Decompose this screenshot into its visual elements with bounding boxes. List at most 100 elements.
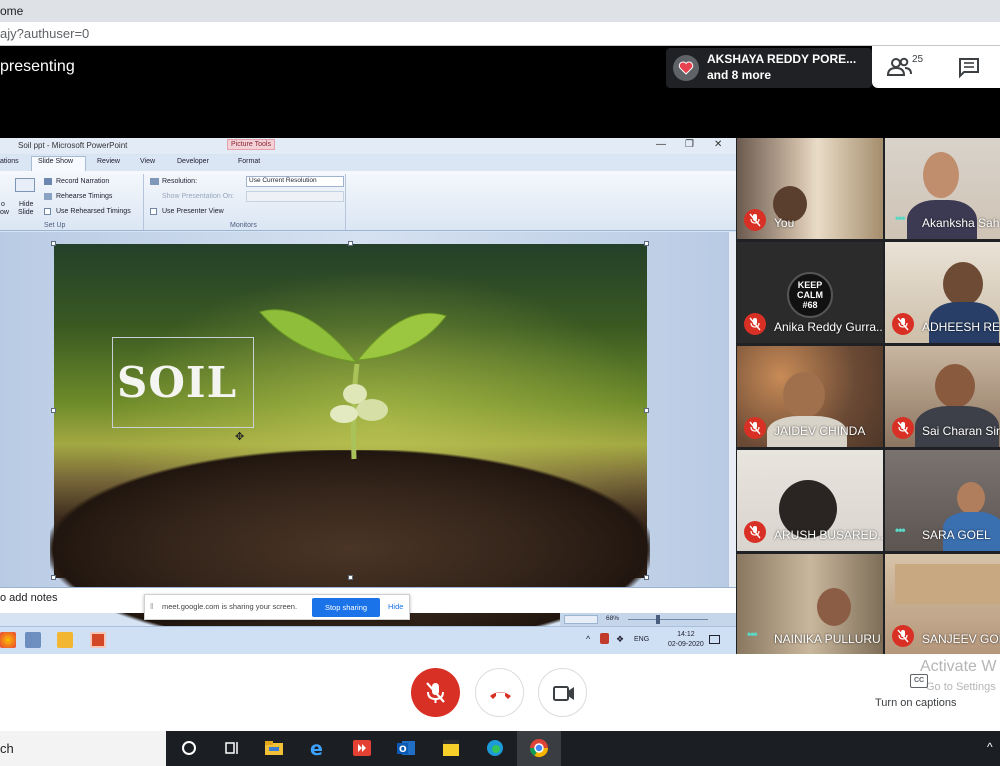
participant-tile[interactable]: You: [737, 138, 883, 239]
outlook-icon[interactable]: O: [395, 737, 417, 759]
participant-tile[interactable]: ADHEESH RED: [885, 242, 1000, 343]
taskbar-search-box[interactable]: [0, 731, 166, 766]
presenting-label: presenting: [0, 58, 75, 75]
svg-text:O: O: [399, 745, 407, 755]
view-buttons[interactable]: [564, 615, 598, 624]
vertical-scrollbar[interactable]: [728, 232, 736, 587]
tab-developer[interactable]: Developer: [177, 158, 209, 165]
participant-tile[interactable]: Sai Charan Sin: [885, 346, 1000, 447]
use-rehearsed-checkbox[interactable]: [44, 208, 51, 215]
url-text[interactable]: ajy?authuser=0: [0, 26, 89, 41]
selection-handle[interactable]: [348, 575, 353, 580]
task-view-icon[interactable]: [220, 737, 242, 759]
selection-handle[interactable]: [51, 575, 56, 580]
tab-title[interactable]: ome: [0, 4, 23, 18]
tray-chevron-icon[interactable]: ^: [586, 634, 590, 644]
participant-name: ARUSH BUSARED...: [774, 528, 883, 542]
selection-handle[interactable]: [51, 408, 56, 413]
tray-chevron-icon[interactable]: ^: [987, 740, 993, 754]
participant-tile[interactable]: SANJEEV GOP: [885, 554, 1000, 655]
people-button[interactable]: [885, 52, 931, 84]
selection-handle[interactable]: [644, 575, 649, 580]
minimize-icon[interactable]: —: [656, 139, 666, 150]
restore-icon[interactable]: ❐: [685, 139, 694, 150]
participant-tile[interactable]: ••• NAINIKA PULLURU: [737, 554, 883, 655]
edge-icon[interactable]: [484, 737, 506, 759]
folder-icon[interactable]: [57, 632, 73, 648]
hide-share-bar-button[interactable]: Hide: [388, 602, 403, 611]
notification-icon[interactable]: [709, 635, 720, 644]
monitor-dropdown: [246, 191, 344, 202]
notes-placeholder: o add notes: [0, 592, 58, 604]
ribbon-left-fragment-2: ow: [0, 209, 9, 216]
mic-off-icon: [892, 417, 914, 439]
heart-icon: [673, 55, 699, 81]
chrome-icon[interactable]: [528, 737, 550, 759]
address-bar[interactable]: ajy?authuser=0: [0, 22, 1000, 46]
selection-handle[interactable]: [51, 241, 56, 246]
speaking-indicator: •••: [895, 211, 906, 225]
stop-sharing-button[interactable]: Stop sharing: [312, 598, 380, 617]
chat-button[interactable]: [954, 52, 986, 84]
participant-name: Sai Charan Sin: [922, 424, 1000, 438]
hide-slide-label-2[interactable]: Slide: [18, 209, 34, 216]
window-background: [895, 564, 1000, 604]
participant-tile[interactable]: JAIDEV CHINDA: [737, 346, 883, 447]
zoom-slider[interactable]: [628, 619, 708, 620]
svg-text:e: e: [310, 738, 323, 759]
participant-tile[interactable]: KEEP CALM #68 Anika Reddy Gurra...: [737, 242, 883, 343]
rehearse-timings[interactable]: Rehearse Timings: [56, 193, 112, 200]
anydesk-icon[interactable]: [351, 737, 373, 759]
resolution-dropdown[interactable]: Use Current Resolution: [246, 176, 344, 187]
selection-handle[interactable]: [348, 241, 353, 246]
hide-slide-label[interactable]: Hide: [19, 201, 33, 208]
presenter-view-checkbox[interactable]: [150, 208, 157, 215]
inner-taskbar: [0, 626, 736, 654]
shield-icon: [600, 633, 609, 644]
people-count: 25: [912, 54, 924, 65]
edge-legacy-icon[interactable]: e: [307, 737, 329, 760]
resolution-value: Use Current Resolution: [249, 177, 317, 184]
group-monitors-label: Monitors: [230, 222, 257, 229]
file-explorer-icon[interactable]: [263, 737, 285, 759]
microphone-toggle-button[interactable]: [411, 668, 460, 717]
input-language[interactable]: ENG: [634, 636, 649, 643]
tab-format[interactable]: Format: [238, 158, 260, 165]
resolution-label: Resolution:: [162, 178, 198, 185]
sticky-notes-icon[interactable]: [440, 737, 462, 759]
chrome-icon[interactable]: [0, 632, 16, 648]
zoom-thumb[interactable]: [656, 615, 660, 624]
leave-call-button[interactable]: [475, 668, 524, 717]
people-icon: [886, 57, 912, 76]
powerpoint-icon[interactable]: [90, 632, 106, 648]
selection-handle[interactable]: [644, 241, 649, 246]
close-icon[interactable]: ✕: [714, 139, 722, 150]
record-narration[interactable]: Record Narration: [56, 178, 109, 185]
drag-handle-icon[interactable]: ‖: [150, 602, 153, 611]
tab-view[interactable]: View: [140, 158, 155, 165]
avatar-text: CALM: [797, 290, 823, 300]
notification-name: AKSHAYA REDDY PORE...: [707, 52, 857, 66]
share-message: meet.google.com is sharing your screen.: [162, 602, 298, 611]
captions-button[interactable]: Turn on captions: [875, 697, 957, 709]
explorer-icon[interactable]: [25, 632, 41, 648]
presenter-view-label[interactable]: Use Presenter View: [162, 208, 224, 215]
slide-title[interactable]: SOIL: [117, 358, 237, 407]
clock: 14:12 02-09-2020: [668, 630, 704, 650]
participant-tile[interactable]: ••• Akanksha Sah: [885, 138, 1000, 239]
camera-toggle-button[interactable]: [538, 668, 587, 717]
tab-review[interactable]: Review: [97, 158, 120, 165]
picture-tools-tab[interactable]: Picture Tools: [227, 139, 275, 150]
tab-slide-show[interactable]: Slide Show: [38, 158, 73, 165]
captions-icon[interactable]: CC: [910, 674, 928, 688]
participant-tile[interactable]: ••• SARA GOEL: [885, 450, 1000, 551]
participant-name: Akanksha Sah: [922, 216, 1000, 230]
tab-animations[interactable]: ations: [0, 158, 19, 165]
cortana-icon[interactable]: [178, 737, 200, 759]
participant-tile[interactable]: ARUSH BUSARED...: [737, 450, 883, 551]
use-rehearsed-timings[interactable]: Use Rehearsed Timings: [56, 208, 131, 215]
hide-slide-icon[interactable]: [15, 178, 35, 192]
chat-icon: [959, 58, 979, 79]
ribbon-body: [0, 171, 736, 231]
selection-handle[interactable]: [644, 408, 649, 413]
